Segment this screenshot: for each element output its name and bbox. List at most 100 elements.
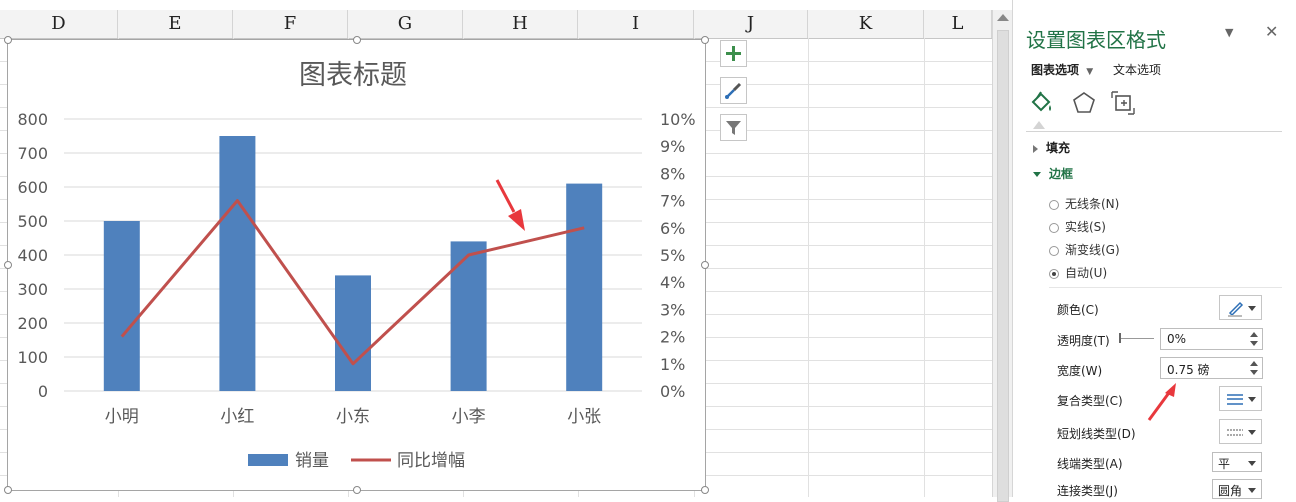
- stepper-up-icon[interactable]: [1250, 332, 1258, 337]
- stepper-down-icon[interactable]: [1250, 341, 1258, 346]
- resize-handle[interactable]: [4, 486, 12, 494]
- spreadsheet-area[interactable]: DEFGHIJKL 图表标题 800 700 600 500 400 300 200 100 0 1…: [0, 0, 992, 497]
- resize-handle[interactable]: [701, 36, 709, 44]
- x-tick-label: 小红: [220, 407, 254, 427]
- column-header-E[interactable]: E: [118, 10, 233, 38]
- radio-solid-line[interactable]: 实线(S): [1049, 218, 1106, 235]
- filter-icon: [726, 121, 741, 135]
- width-stepper[interactable]: 0.75 磅: [1160, 357, 1263, 379]
- chart-title: 图表标题: [299, 60, 407, 91]
- plus-icon: [726, 46, 741, 61]
- y2-tick-label: 6%: [660, 219, 685, 238]
- pen-color-icon: [1228, 301, 1244, 317]
- tab-chevron-down-icon: ▼: [1086, 67, 1094, 77]
- resize-handle[interactable]: [701, 486, 709, 494]
- bar-小明[interactable]: [103, 221, 140, 391]
- bar-小东[interactable]: [335, 275, 371, 391]
- resize-handle[interactable]: [4, 261, 12, 269]
- compound-type-label: 复合类型(C): [1057, 394, 1123, 408]
- section-fill[interactable]: 填充: [1033, 139, 1070, 156]
- compound-type-dropdown[interactable]: [1219, 386, 1262, 411]
- color-picker-button[interactable]: [1219, 295, 1262, 320]
- annotation-arrow-width: [1147, 383, 1176, 421]
- chart-styles-button[interactable]: [720, 77, 747, 104]
- y2-tick-label: 0%: [660, 382, 685, 401]
- resize-handle[interactable]: [701, 261, 709, 269]
- transparency-slider[interactable]: [1120, 338, 1154, 339]
- stepper-up-icon[interactable]: [1250, 361, 1258, 366]
- brush-icon: [725, 82, 742, 99]
- y-tick-label: 800: [17, 110, 48, 129]
- bar-小红[interactable]: [219, 136, 256, 391]
- size-properties-icon[interactable]: [1110, 90, 1136, 116]
- chevron-down-icon: [1033, 172, 1041, 177]
- join-type-label: 连接类型(J): [1057, 484, 1118, 498]
- transparency-stepper[interactable]: 0%: [1160, 328, 1263, 350]
- legend-label: 同比增幅: [397, 451, 465, 471]
- legend-swatch-bar[interactable]: [248, 454, 288, 466]
- y2-tick-label: 4%: [660, 273, 685, 292]
- stepper-down-icon[interactable]: [1250, 370, 1258, 375]
- dash-type-label: 短划线类型(D): [1057, 427, 1136, 441]
- scroll-thumb[interactable]: [997, 30, 1009, 502]
- y-tick-label: 0: [38, 382, 48, 401]
- y2-tick-label: 10%: [660, 110, 696, 129]
- resize-handle[interactable]: [352, 486, 361, 494]
- y2-tick-label: 3%: [660, 300, 685, 319]
- join-type-dropdown[interactable]: 圆角: [1212, 479, 1262, 499]
- combo-chart[interactable]: 图表标题 800 700 600 500 400 300 200 100 0 10% 9% 8% 7% 6%…: [8, 40, 705, 490]
- pane-title: 设置图表区格式: [1026, 28, 1166, 52]
- width-label: 宽度(W): [1057, 364, 1103, 378]
- y-tick-label: 600: [17, 178, 48, 197]
- radio-automatic[interactable]: 自动(U): [1049, 264, 1107, 281]
- close-icon[interactable]: ✕: [1265, 22, 1278, 41]
- transparency-slider-handle[interactable]: [1119, 333, 1121, 343]
- pane-options-chevron-icon[interactable]: ▼: [1225, 26, 1233, 39]
- fill-line-icon[interactable]: [1029, 90, 1055, 116]
- vertical-scrollbar[interactable]: [992, 10, 1012, 502]
- column-header-D[interactable]: D: [0, 10, 118, 38]
- column-header-K[interactable]: K: [808, 10, 924, 38]
- column-header-H[interactable]: H: [463, 10, 578, 38]
- x-tick-label: 小明: [105, 407, 139, 427]
- annotation-arrow: [495, 179, 516, 213]
- column-header-J[interactable]: J: [694, 10, 808, 38]
- y-tick-label: 300: [17, 280, 48, 299]
- cap-type-dropdown[interactable]: 平: [1212, 452, 1262, 472]
- y2-tick-label: 7%: [660, 192, 685, 211]
- cap-type-label: 线端类型(A): [1057, 457, 1123, 471]
- column-header-F[interactable]: F: [233, 10, 348, 38]
- y2-tick-label: 8%: [660, 164, 685, 183]
- divider: [1049, 287, 1282, 288]
- scroll-up-icon[interactable]: [997, 14, 1009, 21]
- section-border[interactable]: 边框: [1033, 165, 1073, 182]
- chart-area[interactable]: 图表标题 800 700 600 500 400 300 200 100 0 10% 9% 8% 7% 6%…: [4, 36, 709, 494]
- effects-icon[interactable]: [1071, 90, 1097, 116]
- column-header-I[interactable]: I: [578, 10, 694, 38]
- x-tick-label: 小李: [452, 407, 486, 427]
- resize-handle[interactable]: [4, 36, 12, 44]
- divider: [1026, 131, 1282, 132]
- y2-tick-label: 9%: [660, 137, 685, 156]
- column-header-G[interactable]: G: [348, 10, 463, 38]
- y2-tick-label: 5%: [660, 246, 685, 265]
- chart-filters-button[interactable]: [720, 114, 747, 141]
- y2-tick-label: 1%: [660, 355, 685, 374]
- selected-tab-pointer: [1033, 121, 1045, 129]
- column-header-L[interactable]: L: [924, 10, 992, 38]
- tab-chart-options[interactable]: 图表选项 ▼: [1031, 61, 1093, 78]
- radio-no-line[interactable]: 无线条(N): [1049, 195, 1119, 212]
- dash-lines-icon: [1227, 429, 1243, 436]
- radio-gradient-line[interactable]: 渐变线(G): [1049, 241, 1120, 258]
- y-tick-label: 500: [17, 212, 48, 231]
- chart-elements-button[interactable]: [720, 40, 747, 67]
- y-tick-label: 400: [17, 246, 48, 265]
- bar-小李[interactable]: [450, 241, 487, 391]
- y2-tick-label: 2%: [660, 328, 685, 347]
- bar-小张[interactable]: [566, 183, 603, 391]
- resize-handle[interactable]: [352, 36, 361, 44]
- tab-text-options[interactable]: 文本选项: [1113, 61, 1161, 78]
- format-chart-area-pane: 设置图表区格式 ▼ ✕ 图表选项 ▼ 文本选项 填充 边框 无线条(N) 实线(…: [1012, 0, 1296, 499]
- compound-lines-icon: [1227, 394, 1243, 405]
- dash-type-dropdown[interactable]: [1219, 419, 1262, 444]
